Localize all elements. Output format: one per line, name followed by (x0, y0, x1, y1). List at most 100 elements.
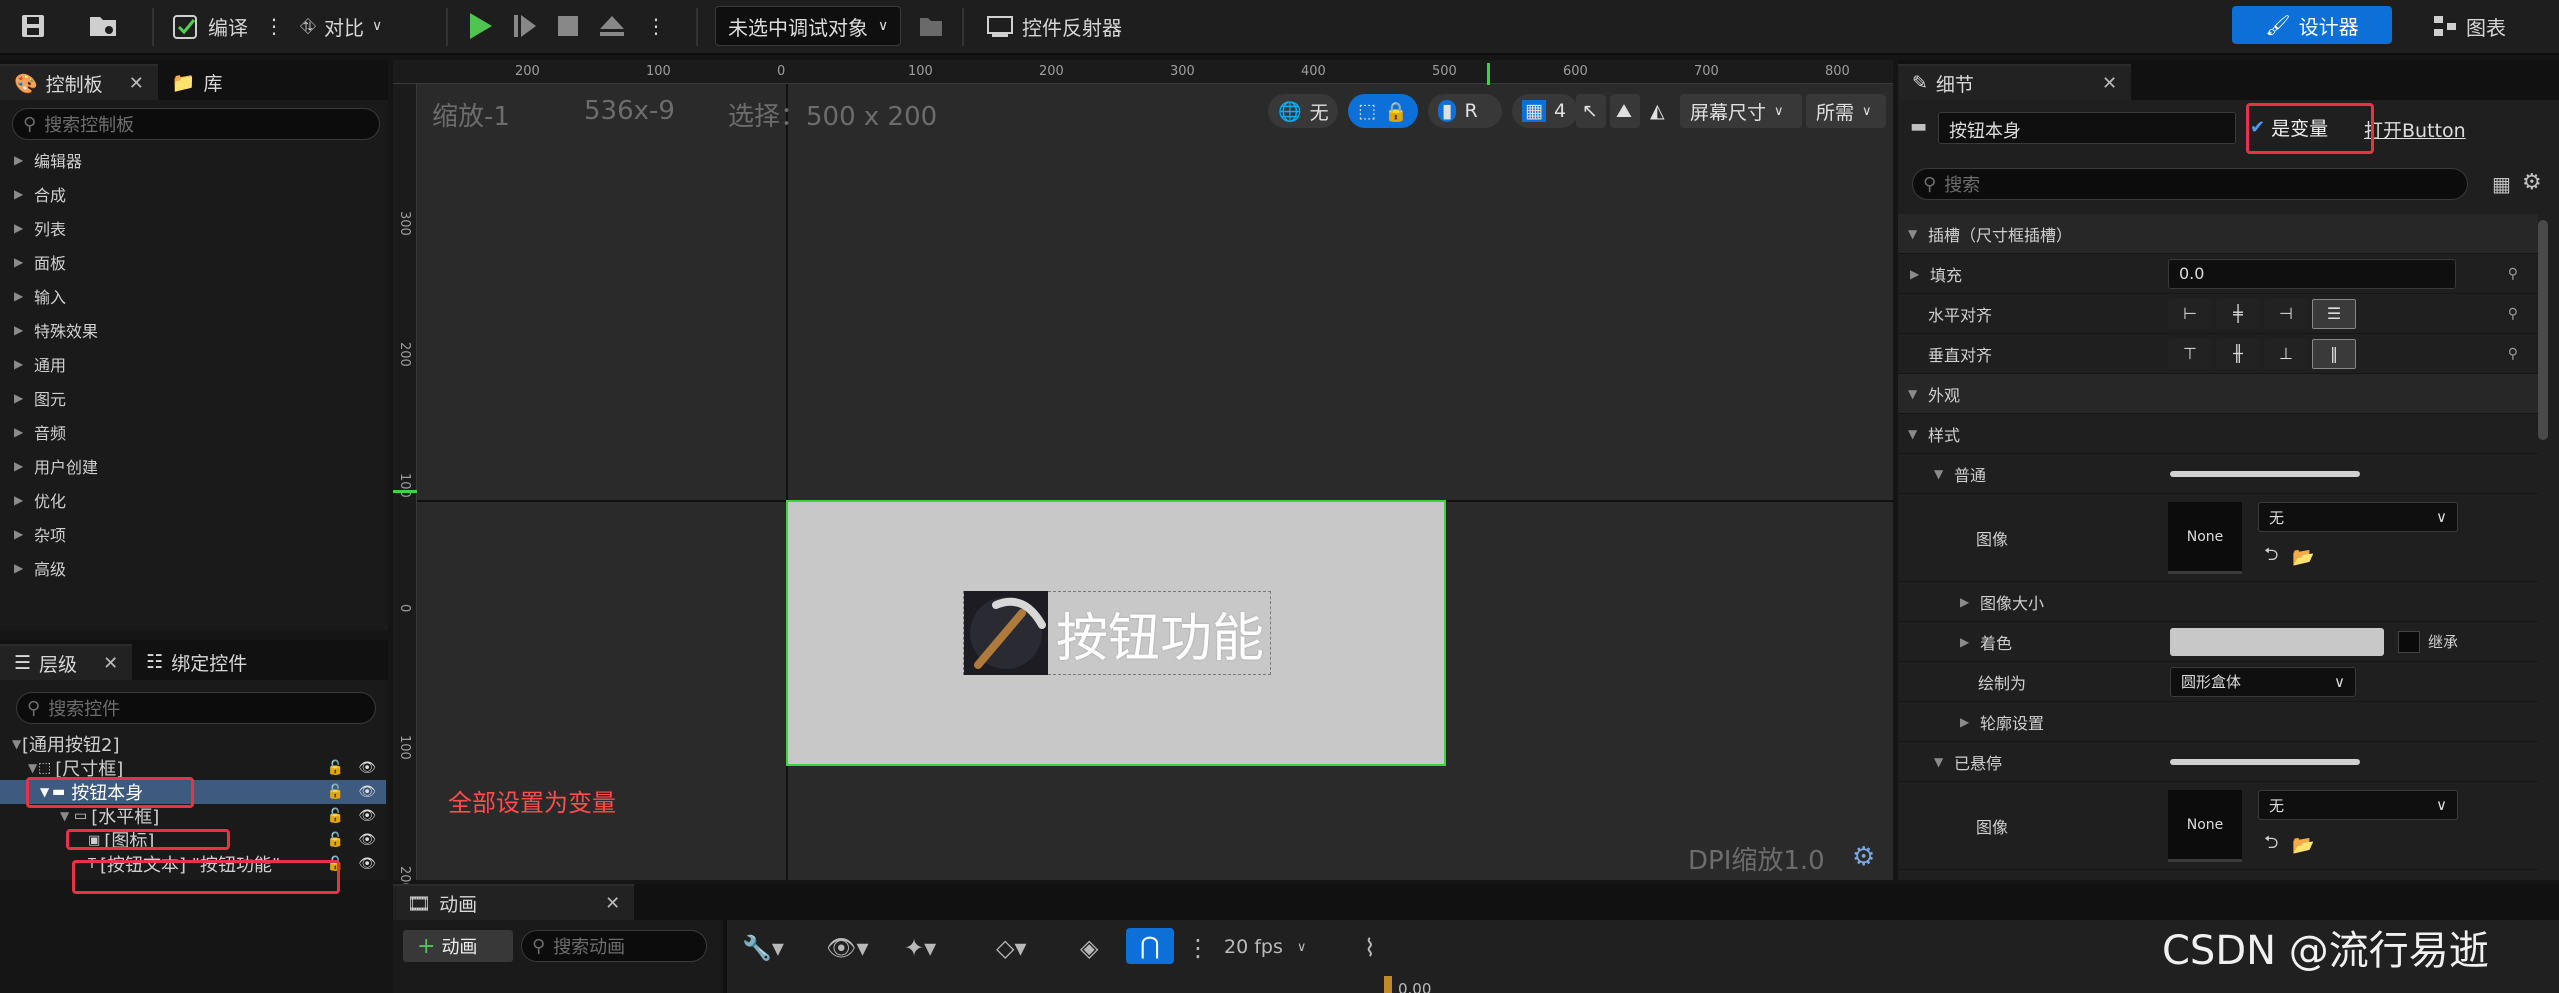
keyframe-icon[interactable]: ◇▾ (996, 934, 1027, 962)
fps-dropdown[interactable]: 20 fps ∨ (1224, 936, 1306, 958)
play-button[interactable] (466, 6, 494, 46)
compile-options-icon[interactable]: ⋮ (264, 14, 284, 38)
world-toggle[interactable]: 🌐 无 (1268, 94, 1338, 128)
align-vfill-icon[interactable]: ‖ (2312, 338, 2356, 369)
close-icon[interactable]: ✕ (2102, 73, 2117, 94)
close-icon[interactable]: ✕ (605, 893, 620, 914)
button-content-hbox[interactable]: 按钮功能 (963, 591, 1271, 675)
palette-category[interactable]: ▶ 输入 (14, 284, 66, 308)
step-button[interactable] (512, 6, 538, 46)
use-selected-icon[interactable]: ⮌ (2264, 542, 2278, 572)
curve-editor-icon[interactable]: ⌇ (1364, 934, 1376, 962)
tree-row-root[interactable]: ▼ [通用按钮2] (0, 732, 386, 756)
prop-hovered[interactable]: ▼ 已悬停 (1898, 742, 2538, 782)
eye-icon[interactable]: 👁 (358, 808, 376, 824)
table-view-icon[interactable]: ▦ (2492, 172, 2511, 196)
eye-icon[interactable]: 👁▾ (826, 934, 869, 962)
designer-mode-button[interactable]: 🖌 设计器 (2232, 6, 2392, 44)
diff-button[interactable]: ⛗ 对比 ∨ (300, 6, 382, 46)
palette-category[interactable]: ▶ 音频 (14, 420, 66, 444)
stop-button[interactable] (556, 6, 580, 46)
eye-icon[interactable]: 👁 (358, 856, 376, 872)
palette-category[interactable]: ▶ 通用 (14, 352, 66, 376)
pin-icon[interactable]: ⚲ (2508, 306, 2518, 322)
grid-snap-toggle[interactable]: ▦ 4 (1512, 94, 1578, 128)
compile-button[interactable]: 编译 ⋮ (172, 6, 284, 46)
tint-color-swatch[interactable] (2170, 627, 2384, 656)
palette-category[interactable]: ▶ 合成 (14, 182, 66, 206)
lock-icon[interactable]: 🔓 (327, 760, 344, 776)
play-options-icon[interactable]: ⋮ (646, 6, 666, 46)
lock-icon[interactable]: 🔓 (327, 784, 344, 800)
palette-category[interactable]: ▶ 图元 (14, 386, 66, 410)
magnet-snap-button[interactable]: ⋂ (1126, 928, 1174, 964)
open-button-link[interactable]: 打开Button (2364, 116, 2466, 143)
inherit-checkbox[interactable] (2398, 630, 2420, 653)
section-appearance[interactable]: ▼ 外观 (1898, 374, 2538, 414)
tab-animation[interactable]: 🎞 动画 ✕ (393, 884, 635, 920)
section-slot[interactable]: ▼ 插槽（尺寸框插槽） (1898, 214, 2538, 254)
close-icon[interactable]: ✕ (103, 653, 118, 674)
widget-reflector-button[interactable]: 控件反射器 (986, 6, 1122, 46)
draw-as-dropdown[interactable]: 圆形盒体 ∨ (2170, 666, 2356, 697)
align-top-icon[interactable]: ⊤ (2168, 338, 2212, 369)
prop-outline[interactable]: ▶ 轮廓设置 (1898, 702, 2538, 742)
cursor-tool[interactable]: ↖ (1576, 94, 1606, 128)
palette-category[interactable]: ▶ 优化 (14, 488, 66, 512)
tab-bind-widgets[interactable]: ☷ 绑定控件 (132, 644, 261, 680)
palette-category[interactable]: ▶ 用户创建 (14, 454, 98, 478)
pickaxe-icon[interactable] (964, 591, 1048, 675)
hierarchy-search-input[interactable]: ⚲ 搜索控件 (16, 692, 376, 724)
palette-category[interactable]: ▶ 列表 (14, 216, 66, 240)
prop-normal[interactable]: ▼ 普通 (1898, 454, 2538, 494)
browse-icon[interactable]: 📂 (2292, 835, 2314, 856)
palette-category[interactable]: ▶ 杂项 (14, 522, 66, 546)
eye-icon[interactable]: 👁 (358, 784, 376, 800)
prop-style[interactable]: ▼ 样式 (1898, 414, 2538, 454)
close-icon[interactable]: ✕ (129, 73, 144, 94)
details-search-input[interactable]: ⚲ 搜索 (1912, 168, 2468, 200)
browse-icon[interactable]: 📂 (2292, 547, 2314, 568)
tab-palette[interactable]: 🎨 控制板 ✕ (0, 64, 158, 100)
align-bottom-icon[interactable]: ⊥ (2264, 338, 2308, 369)
align-left-icon[interactable]: ⊢ (2168, 298, 2212, 329)
image-asset-dropdown[interactable]: 无 ∨ (2258, 502, 2458, 532)
lock-icon[interactable]: 🔓 (327, 832, 344, 848)
palette-category[interactable]: ▶ 面板 (14, 250, 66, 274)
tab-hierarchy[interactable]: ☰ 层级 ✕ (0, 644, 133, 680)
tab-details[interactable]: ✎ 细节 ✕ (1898, 64, 2132, 100)
add-animation-button[interactable]: + 动画 (403, 930, 513, 962)
image-asset-dropdown[interactable]: 无 ∨ (2258, 790, 2458, 820)
use-selected-icon[interactable]: ⮌ (2264, 830, 2278, 860)
palette-category[interactable]: ▶ 高级 (14, 556, 66, 580)
auto-key-icon[interactable]: ◈ (1080, 934, 1098, 962)
palette-search-input[interactable]: ⚲ 搜索控制板 (12, 108, 380, 140)
align-fill-icon[interactable]: ☰ (2312, 298, 2356, 329)
browse-asset-icon[interactable] (88, 6, 118, 46)
eye-icon[interactable]: 👁 (358, 760, 376, 776)
align-right-icon[interactable]: ⊣ (2264, 298, 2308, 329)
lock-layout-toggle[interactable]: ⬚ 🔒 (1348, 94, 1418, 128)
image-thumbnail[interactable]: None (2168, 502, 2242, 574)
pin-icon[interactable]: ⚲ (2508, 266, 2518, 282)
snap-icon[interactable]: ✦▾ (904, 934, 936, 962)
wrench-icon[interactable]: 🔧▾ (742, 934, 784, 962)
playhead-marker[interactable] (1384, 976, 1392, 993)
prop-image-size[interactable]: ▶ 图像大小 (1898, 582, 2538, 622)
pin-icon[interactable]: ⚲ (2508, 346, 2518, 362)
button-text[interactable]: 按钮功能 (1056, 596, 1264, 671)
tab-library[interactable]: 📁 库 (158, 64, 237, 100)
details-scrollbar[interactable] (2538, 220, 2548, 440)
widget-name-input[interactable]: 按钮本身 (1938, 112, 2236, 144)
snap-options-icon[interactable]: ⋮ (1186, 934, 1210, 962)
image-tool[interactable]: ⛰ (1610, 94, 1640, 128)
debug-target-dropdown[interactable]: 未选中调试对象 ∨ (715, 6, 902, 46)
eject-button[interactable] (598, 6, 626, 46)
palette-category[interactable]: ▶ 特殊效果 (14, 318, 98, 342)
align-middle-icon[interactable]: ╫ (2216, 338, 2260, 369)
screen-size-dropdown[interactable]: 屏幕尺寸 ∨ (1680, 94, 1802, 128)
fill-mode-dropdown[interactable]: 所需 ∨ (1806, 94, 1886, 128)
lock-icon[interactable]: 🔓 (327, 808, 344, 824)
safe-zone-tool[interactable]: ◭ (1644, 94, 1674, 128)
save-icon[interactable] (20, 6, 46, 46)
